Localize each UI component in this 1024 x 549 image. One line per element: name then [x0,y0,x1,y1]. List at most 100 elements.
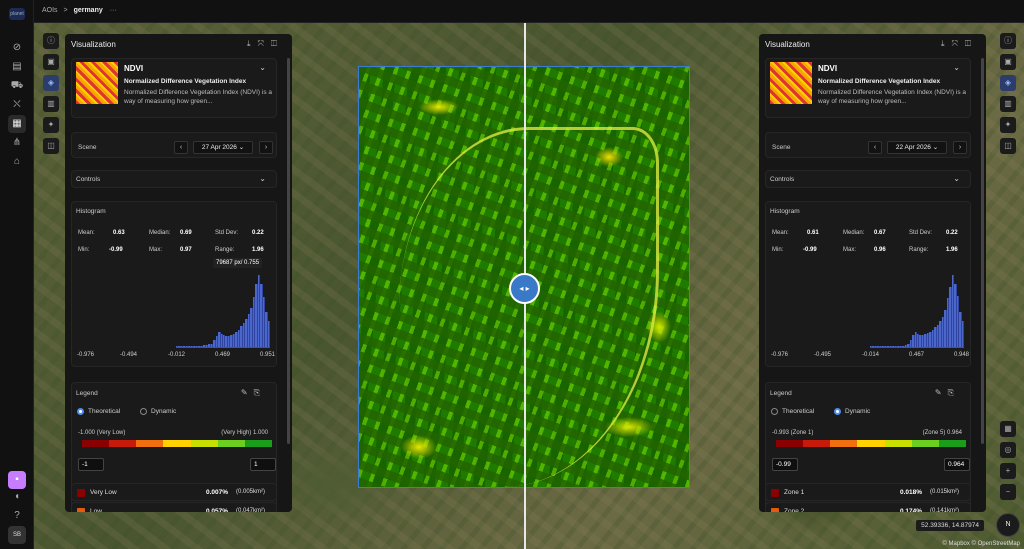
breadcrumb: AOIs > germany ··· [42,7,117,14]
info-icon[interactable]: ⓘ [43,33,59,49]
image-icon[interactable]: ▣ [1000,54,1016,70]
scene-date-select[interactable]: 27 Apr 2026 ⌄ [193,141,253,154]
layer-full-name: Normalized Difference Vegetation Index [818,78,941,85]
scene-date-select[interactable]: 22 Apr 2026 ⌄ [887,141,947,154]
layer-name: NDVI [818,64,838,73]
calendar-icon[interactable]: ▦ [1000,421,1016,437]
right-map-tools: ⓘ ▣ ◈ ▥ ✦ ◫ [1000,33,1018,159]
controls-label: Controls [76,176,101,183]
cart-icon[interactable]: ⛌ [8,96,26,114]
help-icon[interactable]: ? [8,507,26,525]
legend-color-ramp[interactable] [82,440,272,447]
panel-tools: ⤓⤧◫ [247,39,284,49]
legend-max-input[interactable]: 0.964 [944,458,970,471]
legend-max-input[interactable]: 1 [250,458,276,471]
scene-label: Scene [772,144,791,151]
image-icon[interactable]: ▣ [43,54,59,70]
download-icon[interactable]: ⤓ [941,39,952,48]
panel-scrollbar[interactable] [981,58,984,444]
layers-icon[interactable]: ◈ [1000,75,1016,91]
chevron-down-icon[interactable]: ⌄ [259,174,266,183]
left-map-tools: ⓘ ▣ ◈ ▥ ✦ ◫ [43,33,61,159]
prev-scene-button[interactable]: ‹ [868,141,882,154]
radio-theoretical[interactable] [771,408,778,415]
car-icon[interactable]: ⛟ [8,77,26,95]
theoretical-label: Theoretical [782,408,815,415]
chart-icon[interactable]: ▥ [43,96,59,112]
sparkle-icon[interactable]: ✦ [1000,117,1016,133]
dynamic-label: Dynamic [845,408,871,415]
chevron-down-icon[interactable]: ⌄ [953,174,960,183]
ramp-segment [217,440,245,447]
scale-low-label: -1.000 (Very Low) [78,430,126,436]
map-attribution[interactable]: © Mapbox © OpenStreetMap [942,541,1020,547]
planet-logo[interactable]: planet [9,8,25,20]
histogram-chart[interactable] [870,270,964,348]
bell-icon[interactable]: ◖ [8,488,26,506]
zoom-in-button[interactable]: + [1000,463,1016,479]
layer-card[interactable]: NDVI ⌄ Normalized Difference Vegetation … [765,58,971,118]
split-view-icon[interactable]: ◫ [1000,138,1016,154]
legend-row-area: (0.047km²) [236,508,266,512]
zoom-out-button[interactable]: − [1000,484,1016,500]
app-rail: planet ⊘ ▤ ⛟ ⛌ ▦ ⋔ ⌂ ▪ ◖ ? SB [0,0,34,549]
edit-icon[interactable]: ✎ [241,388,254,397]
compass-button[interactable]: N [996,513,1020,537]
map-icon[interactable]: ▦ [8,115,26,133]
inbox-icon[interactable]: ▤ [8,58,26,76]
share-icon[interactable]: ⋔ [8,134,26,152]
radio-dynamic[interactable] [140,408,147,415]
chevron-down-icon[interactable]: ⌄ [953,63,960,72]
top-bar: AOIs > germany ··· [34,0,1024,23]
notes-icon[interactable]: ▪ [8,471,26,489]
info-icon[interactable]: ⓘ [1000,33,1016,49]
radio-theoretical[interactable] [77,408,84,415]
more-icon[interactable]: ··· [110,7,117,14]
panel-toggle-icon[interactable]: ◫ [271,39,284,48]
prev-scene-button[interactable]: ‹ [174,141,188,154]
layer-description: Normalized Difference Vegetation Index (… [124,89,273,105]
layers-icon[interactable]: ◈ [43,75,59,91]
export-icon[interactable]: ⎘ [948,388,960,397]
download-icon[interactable]: ⤓ [247,39,258,48]
legend-swatch[interactable] [771,508,779,512]
expand-icon[interactable]: ⤧ [952,39,965,48]
radio-dynamic[interactable] [834,408,841,415]
breadcrumb-current[interactable]: germany [74,7,103,14]
chevron-down-icon[interactable]: ⌄ [259,63,266,72]
ramp-segment [776,440,804,447]
legend-swatch[interactable] [771,489,779,497]
sparkle-icon[interactable]: ✦ [43,117,59,133]
controls-accordion[interactable]: Controls ⌄ [71,170,277,188]
locate-icon[interactable]: ◎ [1000,442,1016,458]
zoom-tools: ▦ ◎ + − [1000,421,1018,505]
compass-icon[interactable]: ⊘ [8,39,26,57]
layer-card[interactable]: NDVI ⌄ Normalized Difference Vegetation … [71,58,277,118]
next-scene-button[interactable]: › [953,141,967,154]
legend-swatch[interactable] [77,508,85,512]
hist-tick: 0.951 [260,352,276,358]
export-icon[interactable]: ⎘ [254,388,266,397]
panel-toggle-icon[interactable]: ◫ [965,39,978,48]
edit-icon[interactable]: ✎ [935,388,948,397]
legend-swatch[interactable] [77,489,85,497]
panel-scrollbar[interactable] [287,58,290,444]
split-view-icon[interactable]: ◫ [43,138,59,154]
legend-color-ramp[interactable] [776,440,966,447]
histogram-chart[interactable] [176,270,270,348]
compare-swipe-handle[interactable]: ◂ ▸ [509,273,540,304]
legend-min-input[interactable]: -0.99 [772,458,798,471]
chart-icon[interactable]: ▥ [1000,96,1016,112]
stat-median: Median: 0.69 [149,230,192,236]
controls-accordion[interactable]: Controls ⌄ [765,170,971,188]
store-icon[interactable]: ⌂ [8,153,26,171]
histogram-bar[interactable] [267,320,270,347]
avatar[interactable]: SB [8,526,26,544]
histogram-bar[interactable] [961,321,964,347]
panel-title: Visualization [71,40,116,49]
stat-median: Median: 0.67 [843,230,886,236]
breadcrumb-aois[interactable]: AOIs [42,7,58,14]
next-scene-button[interactable]: › [259,141,273,154]
legend-min-input[interactable]: -1 [78,458,104,471]
expand-icon[interactable]: ⤧ [258,39,271,48]
